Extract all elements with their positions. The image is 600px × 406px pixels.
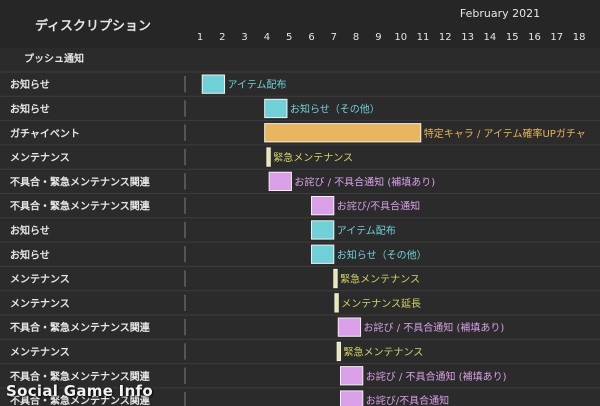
day-tick-label: 12 <box>439 32 452 43</box>
row-category-label: メンテナンス <box>10 152 70 164</box>
gantt-bar-label: メンテナンス延長 <box>341 298 421 310</box>
day-tick-label: 9 <box>375 32 381 43</box>
day-tick-label: 7 <box>331 32 337 43</box>
day-tick-label: 5 <box>286 32 292 43</box>
gantt-bar <box>201 74 226 94</box>
day-tick-label: 3 <box>241 32 247 43</box>
day-tick-label: 11 <box>417 32 430 43</box>
row-category-label: メンテナンス <box>10 274 70 286</box>
gantt-bar <box>311 220 335 240</box>
gantt-bar-label: 緊急メンテナンス <box>343 345 423 358</box>
gantt-bar <box>339 366 364 386</box>
gantt-bar-label: お詫び / 不具合通知 (補填あり) <box>366 370 507 383</box>
gantt-bar-label: お知らせ（その他） <box>337 248 427 261</box>
gantt-bar-label: 緊急メンテナンス <box>273 151 353 164</box>
gantt-bar-label: 特定キャラ / アイテム確率UPガチャ <box>424 127 586 140</box>
gantt-bar-label: お詫び/不具合通知 <box>337 200 420 213</box>
gantt-bar-label: お詫び / 不具合通知 (補填あり) <box>364 321 505 334</box>
day-tick-label: 15 <box>506 32 519 43</box>
gantt-bar <box>339 390 364 406</box>
row-category-label: ガチャイベント <box>10 127 80 140</box>
gantt-bar <box>311 244 335 264</box>
gantt-bar-label: アイテム配布 <box>337 225 396 237</box>
section-label: プッシュ通知 <box>24 52 84 65</box>
day-tick-label: 18 <box>573 32 586 43</box>
row-category-label: お知らせ <box>10 102 50 115</box>
gantt-bar <box>333 268 338 289</box>
gantt-bar <box>311 196 335 216</box>
gantt-bar <box>337 317 362 337</box>
row-category-label: お知らせ <box>10 248 50 261</box>
gantt-bar <box>264 98 288 119</box>
row-category-label: メンテナンス <box>10 346 70 358</box>
gantt-bar-label: 緊急メンテナンス <box>340 273 420 286</box>
gantt-bar <box>336 341 341 362</box>
column-header: ディスクリプション <box>35 18 151 34</box>
gantt-chart: ディスクリプションFebruary 20211 2 3 4 5 6 7 8 9 10 11 12 13 1… <box>0 0 600 406</box>
row-category-label: 不具合・緊急メンテナンス関連 <box>10 321 151 334</box>
day-tick-label: 17 <box>550 32 563 43</box>
row-category-label: 不具合・緊急メンテナンス関連 <box>10 370 151 383</box>
gantt-bar <box>266 147 271 167</box>
day-tick-label: 13 <box>461 32 474 43</box>
day-tick-label: 14 <box>484 32 497 43</box>
gantt-bar-label: お知らせ（その他） <box>290 102 380 115</box>
day-tick-label: 8 <box>353 32 359 43</box>
day-tick-label: 10 <box>394 32 407 43</box>
row-category-label: 不具合・緊急メンテナンス関連 <box>10 394 151 406</box>
gantt-bar <box>268 171 292 191</box>
day-tick-label: 2 <box>219 32 225 43</box>
gantt-bar <box>264 123 422 143</box>
day-tick-label: 1 <box>197 32 203 43</box>
gantt-bar-label: お詫び / 不具合通知 (補填あり) <box>294 175 435 188</box>
day-tick-label: 16 <box>528 32 541 43</box>
row-category-label: お知らせ <box>10 224 50 237</box>
day-tick-label: 6 <box>308 32 314 43</box>
row-category-label: 不具合・緊急メンテナンス関連 <box>10 200 151 213</box>
day-tick-label: 4 <box>264 32 270 43</box>
chart-title: February 2021 <box>460 7 540 20</box>
gantt-bar <box>334 293 339 313</box>
gantt-bar-label: アイテム配布 <box>228 79 287 91</box>
row-category-label: お知らせ <box>10 78 50 91</box>
row-category-label: メンテナンス <box>10 298 70 310</box>
gantt-bar-label: お詫び/不具合通知 <box>366 394 449 406</box>
row-category-label: 不具合・緊急メンテナンス関連 <box>10 175 151 188</box>
